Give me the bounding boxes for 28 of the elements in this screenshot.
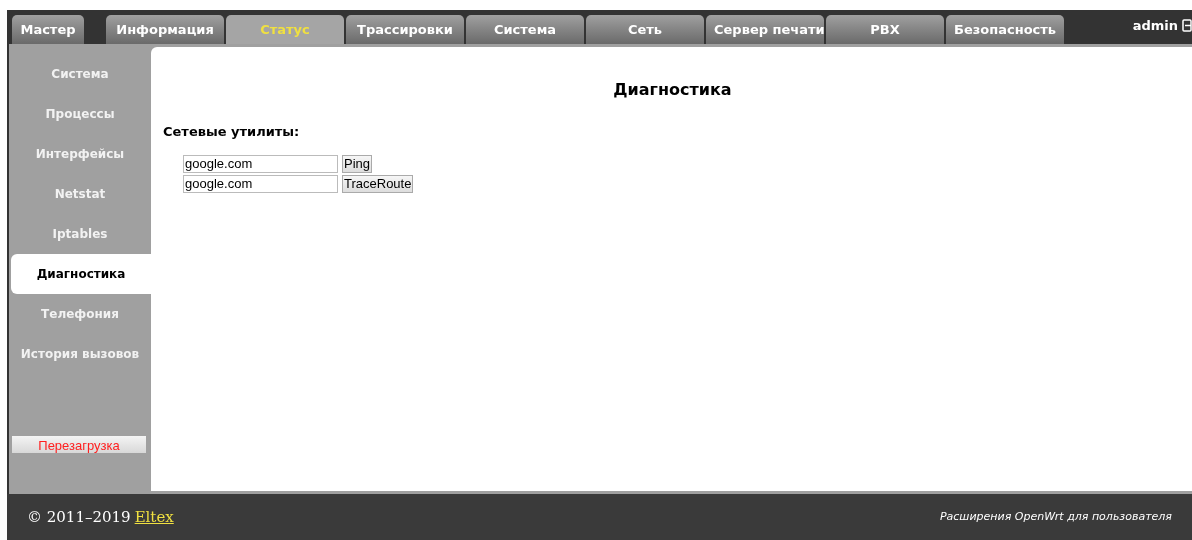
nav-tab[interactable]: Трассировки [346, 15, 464, 44]
eltex-link[interactable]: Eltex [134, 505, 174, 529]
footer-note: Расширения OpenWrt для пользователя [939, 508, 1172, 525]
host-field[interactable]: google.com [183, 154, 338, 173]
tool-button[interactable]: TraceRoute [342, 174, 414, 193]
section-heading: Сетевые утилиты: [163, 123, 301, 141]
sidebar-item[interactable]: Интерфейсы [9, 134, 151, 174]
host-field[interactable]: google.com [183, 174, 338, 193]
nav-tab[interactable]: Сервер печати [706, 15, 824, 44]
nav-tab[interactable]: Система [466, 15, 584, 44]
nav-tab[interactable]: Сеть [586, 15, 704, 44]
user-name[interactable]: admin [1132, 16, 1178, 36]
sidebar-item[interactable]: Процессы [9, 94, 151, 134]
sidebar-item[interactable]: Телефония [9, 294, 151, 334]
reboot-button[interactable]: Перезагрузка [12, 436, 146, 453]
sidebar-item[interactable]: Iptables [9, 214, 151, 254]
sidebar-item[interactable]: История вызовов [9, 334, 151, 374]
sidebar-item[interactable]: Netstat [9, 174, 151, 214]
tool-button[interactable]: Ping [342, 154, 373, 173]
sidebar-item[interactable]: Система [9, 54, 151, 94]
copyright-text: © 2011–2019 [27, 506, 131, 528]
nav-tab[interactable]: PBX [826, 15, 944, 44]
nav-tab[interactable]: Мастер [12, 15, 84, 44]
sidebar-item[interactable]: Диагностика [11, 254, 151, 294]
page-title: Диагностика [612, 79, 733, 101]
logout-icon[interactable] [1182, 19, 1192, 33]
nav-tab[interactable]: Безопасность [946, 15, 1064, 44]
nav-tab[interactable]: Информация [106, 15, 224, 44]
